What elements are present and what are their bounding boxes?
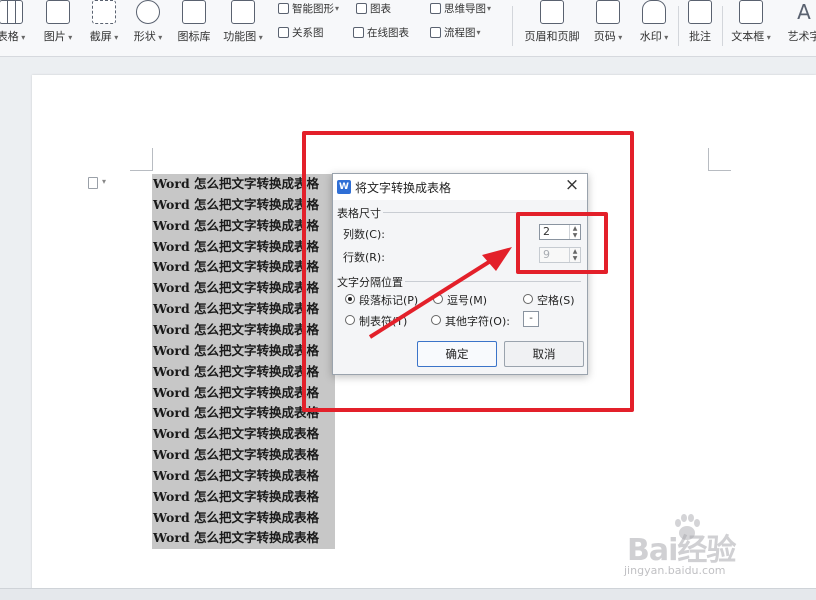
screenshot-button[interactable]: 截屏 (84, 0, 124, 54)
mind-map-label: 思维导图 (444, 1, 486, 16)
relation-chart-label: 关系图 (292, 25, 324, 40)
relation-chart-icon (278, 27, 289, 38)
textbox-icon (739, 0, 763, 24)
document-line[interactable]: Word 怎么把文字转换成表格 (153, 174, 319, 194)
flowchart-icon (430, 27, 441, 38)
document-line[interactable]: Word 怎么把文字转换成表格 (153, 466, 319, 486)
document-line[interactable]: Word 怎么把文字转换成表格 (153, 528, 319, 548)
ribbon-separator (722, 6, 723, 46)
document-line[interactable]: Word 怎么把文字转换成表格 (153, 403, 319, 423)
wordart-button[interactable]: A 艺术字 (782, 0, 816, 54)
header-footer-button[interactable]: 页眉和页脚 (520, 0, 584, 54)
shapes-icon (136, 0, 160, 24)
annotation-arrow (360, 235, 520, 345)
ribbon-separator (678, 6, 679, 46)
document-line[interactable]: Word 怎么把文字转换成表格 (153, 445, 319, 465)
document-line[interactable]: Word 怎么把文字转换成表格 (153, 299, 319, 319)
mind-map-icon (430, 3, 441, 14)
shapes-button-label: 形状 (134, 28, 163, 44)
watermark-icon (642, 0, 666, 24)
function-chart-button-label: 功能图 (223, 28, 263, 44)
document-line[interactable]: Word 怎么把文字转换成表格 (153, 383, 319, 403)
smart-graphic-icon (278, 3, 289, 14)
comment-icon (688, 0, 712, 24)
arrow-head (482, 247, 512, 271)
watermark-url: jingyan.baidu.com (624, 564, 726, 577)
watermark-button-label: 水印 (640, 28, 669, 44)
wordart-button-label: 艺术字 (788, 28, 816, 44)
comment-button-label: 批注 (689, 28, 711, 44)
flowchart-button[interactable]: 流程图 (430, 24, 481, 40)
annotation-box-columns (516, 212, 608, 274)
function-chart-button[interactable]: 功能图 (218, 0, 268, 54)
online-chart-button[interactable]: 在线图表 (353, 24, 409, 40)
screenshot-icon (92, 0, 116, 24)
table-icon (0, 0, 23, 24)
page-number-icon (596, 0, 620, 24)
paragraph-handle-icon[interactable] (88, 177, 98, 189)
document-line[interactable]: Word 怎么把文字转换成表格 (153, 487, 319, 507)
document-line[interactable]: Word 怎么把文字转换成表格 (153, 320, 319, 340)
chart-label: 图表 (370, 1, 391, 16)
header-footer-icon (540, 0, 564, 24)
online-chart-label: 在线图表 (367, 25, 409, 40)
wordart-icon: A (792, 0, 816, 24)
ribbon-separator (512, 6, 513, 46)
margin-corner-mark (130, 148, 153, 171)
document-line[interactable]: Word 怎么把文字转换成表格 (153, 195, 319, 215)
document-line[interactable]: Word 怎么把文字转换成表格 (153, 257, 319, 277)
chart-icon (356, 3, 367, 14)
comment-button[interactable]: 批注 (684, 0, 716, 54)
textbox-button-label: 文本框 (731, 28, 771, 44)
function-chart-icon (231, 0, 255, 24)
smart-graphic-button[interactable]: 智能图形 (278, 0, 339, 16)
picture-icon (46, 0, 70, 24)
table-button-label: 表格 (0, 28, 25, 44)
picture-button[interactable]: 图片 (38, 0, 78, 54)
margin-corner-mark (708, 148, 731, 171)
document-line[interactable]: Word 怎么把文字转换成表格 (153, 341, 319, 361)
icon-library-button-label: 图标库 (178, 28, 211, 44)
screenshot-button-label: 截屏 (90, 28, 119, 44)
textbox-button[interactable]: 文本框 (726, 0, 776, 54)
picture-button-label: 图片 (44, 28, 73, 44)
chevron-down-icon: ▾ (102, 177, 106, 186)
arrow-shaft (370, 255, 500, 337)
ribbon-toolbar: 表格 图片 截屏 形状 图标库 功能图 智能图形 图表 思维导图 关系图 在线图… (0, 0, 816, 57)
watermark-brand: Bai经验 (627, 525, 735, 569)
document-line[interactable]: Word 怎么把文字转换成表格 (153, 216, 319, 236)
online-chart-icon (353, 27, 364, 38)
shapes-button[interactable]: 形状 (128, 0, 168, 54)
mind-map-button[interactable]: 思维导图 (430, 0, 491, 16)
smart-graphic-label: 智能图形 (292, 1, 334, 16)
watermark-button[interactable]: 水印 (634, 0, 674, 54)
table-button[interactable]: 表格 (0, 0, 28, 54)
page-number-button[interactable]: 页码 (590, 0, 626, 54)
document-line[interactable]: Word 怎么把文字转换成表格 (153, 424, 319, 444)
document-line[interactable]: Word 怎么把文字转换成表格 (153, 362, 319, 382)
icon-library-button[interactable]: 图标库 (172, 0, 216, 54)
relation-chart-button[interactable]: 关系图 (278, 24, 324, 40)
flowchart-label: 流程图 (444, 25, 476, 40)
document-line[interactable]: Word 怎么把文字转换成表格 (153, 508, 319, 528)
status-bar (0, 588, 816, 600)
document-line[interactable]: Word 怎么把文字转换成表格 (153, 278, 319, 298)
icon-library-icon (182, 0, 206, 24)
document-line[interactable]: Word 怎么把文字转换成表格 (153, 237, 319, 257)
chart-button[interactable]: 图表 (356, 0, 391, 16)
header-footer-button-label: 页眉和页脚 (525, 28, 580, 44)
page-number-button-label: 页码 (594, 28, 623, 44)
